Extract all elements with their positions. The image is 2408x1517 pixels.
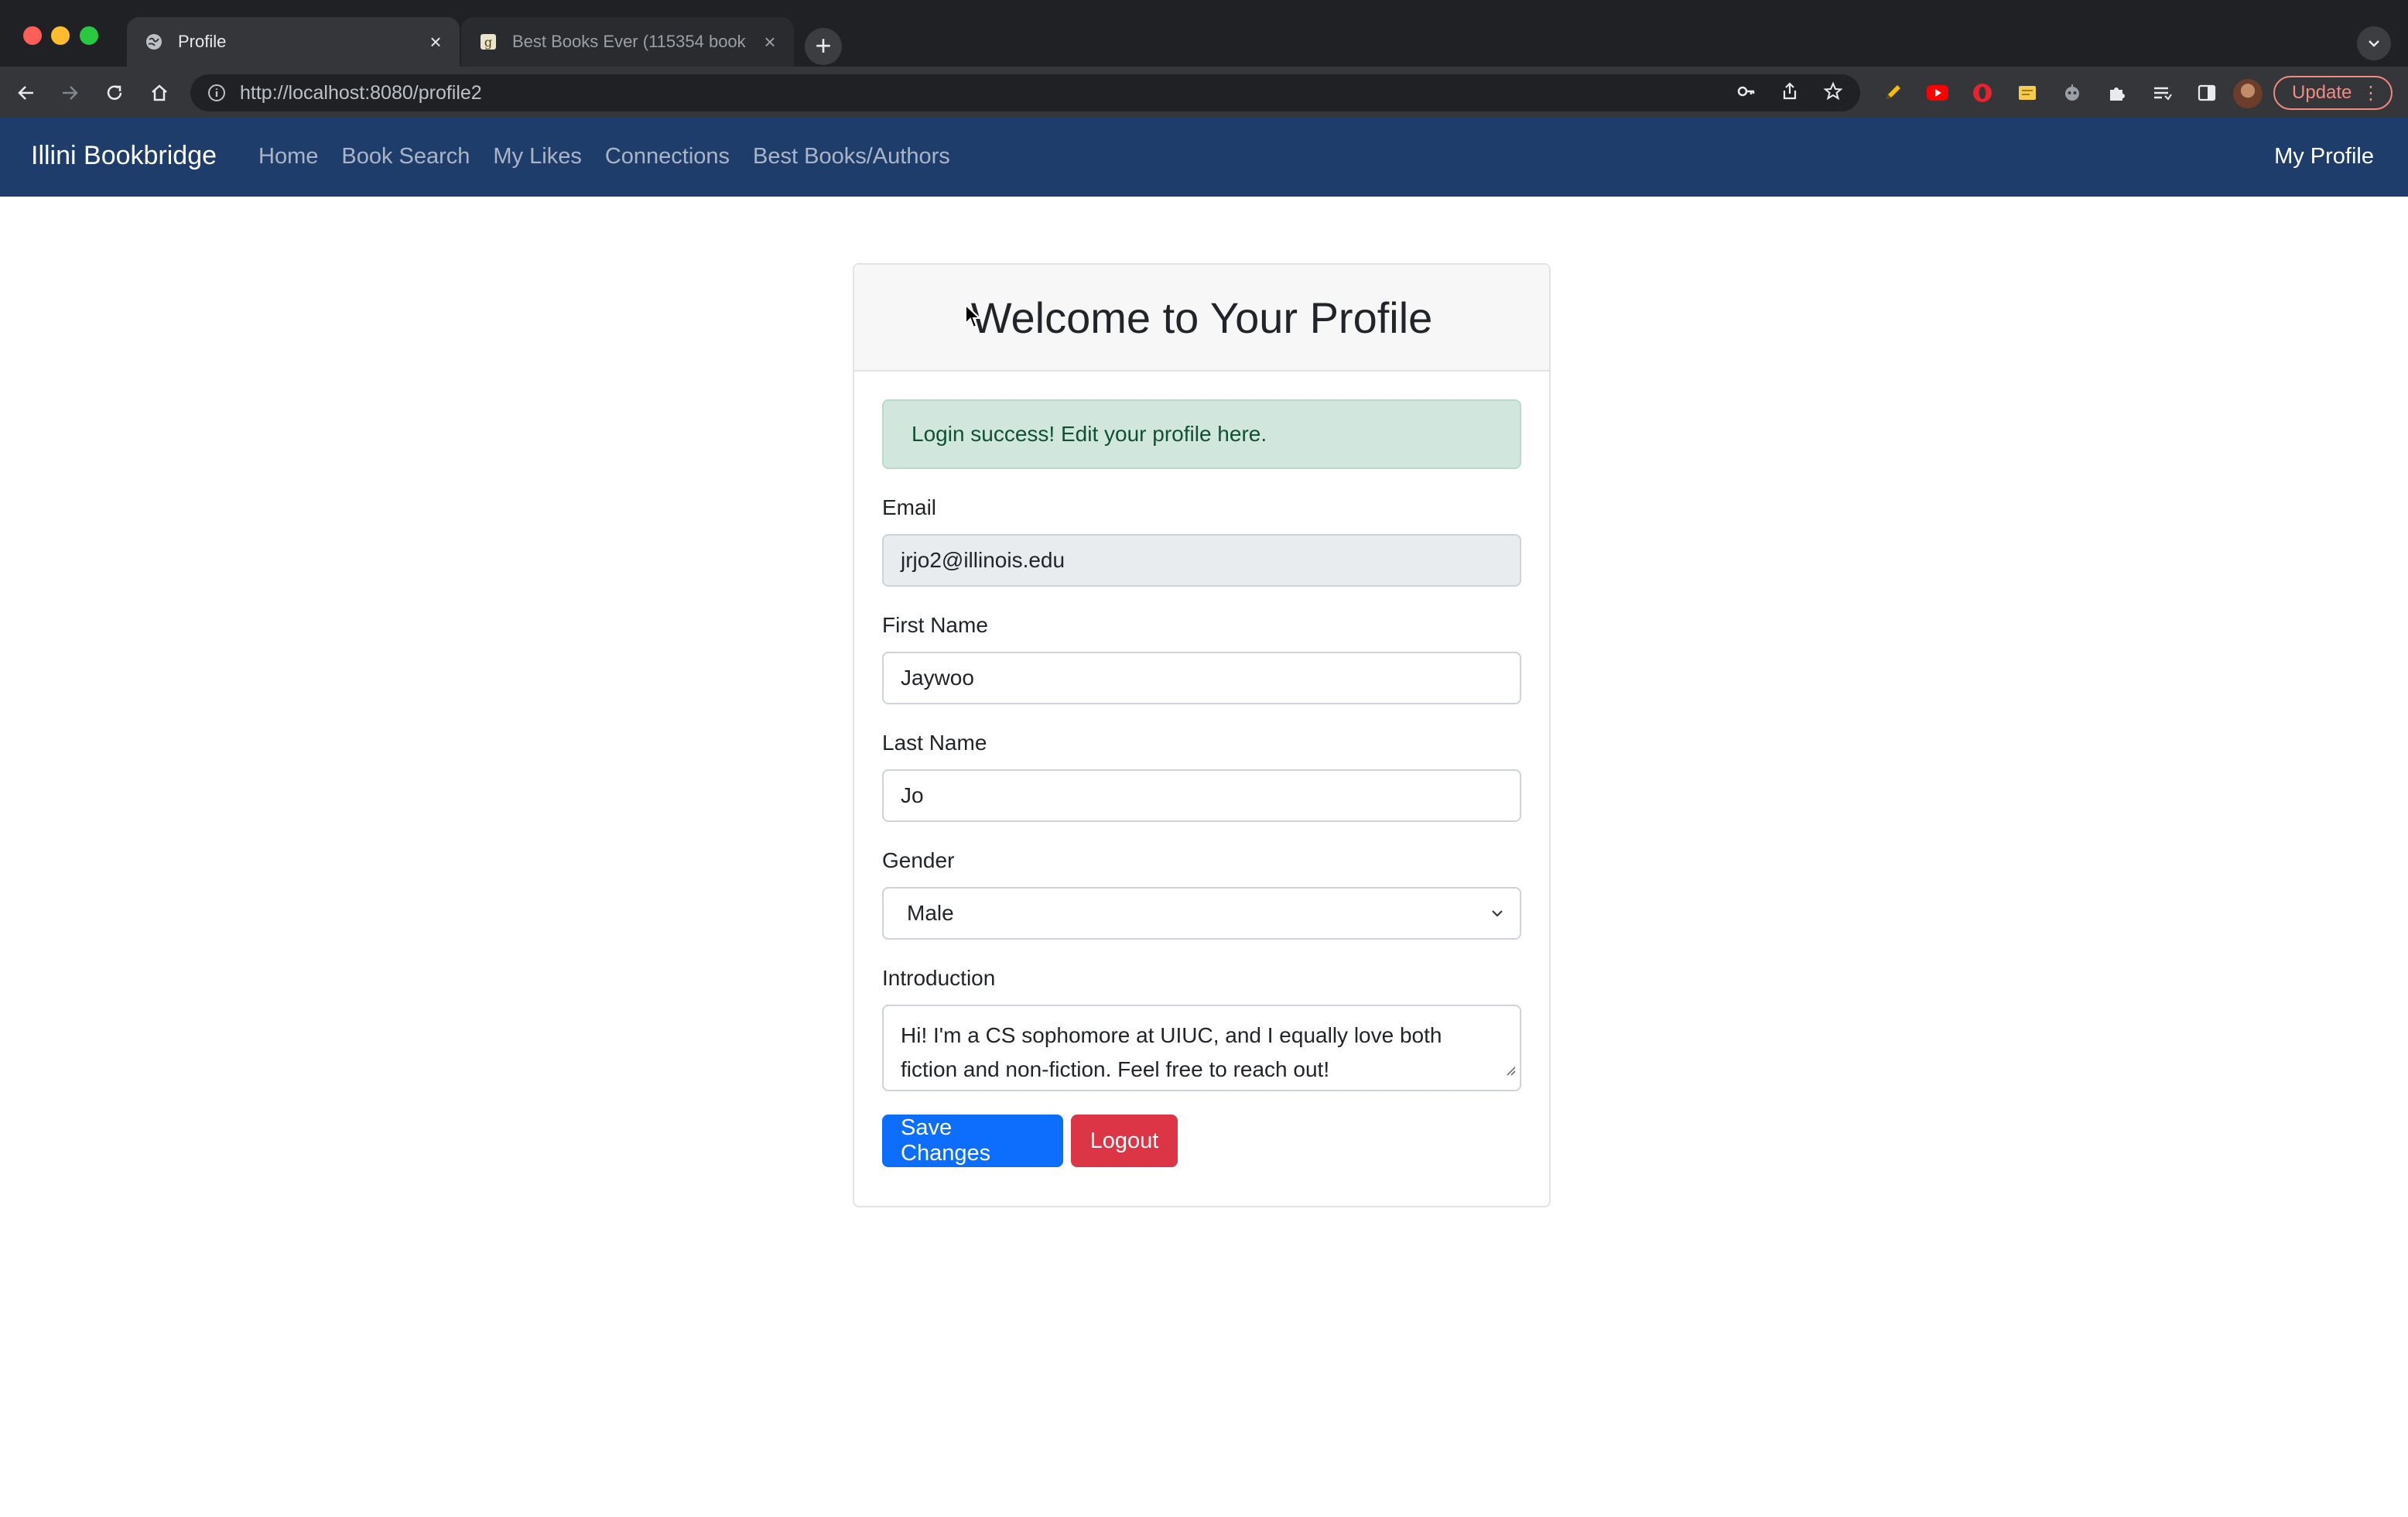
robot-extension-icon[interactable] bbox=[2060, 80, 2085, 105]
update-button[interactable]: Update ⋮ bbox=[2273, 76, 2393, 110]
last-name-field[interactable]: Jo bbox=[882, 769, 1521, 822]
email-label: Email bbox=[882, 495, 937, 519]
more-menu-icon[interactable]: ⋮ bbox=[2362, 82, 2380, 104]
goodreads-icon: g bbox=[478, 32, 498, 52]
pencil-extension-icon[interactable] bbox=[1880, 80, 1905, 105]
resize-handle-icon[interactable] bbox=[1504, 1053, 1517, 1087]
site-brand[interactable]: Illini Bookbridge bbox=[31, 141, 217, 171]
form-actions: Save Changes Logout bbox=[882, 1115, 1521, 1167]
card-header: Welcome to Your Profile bbox=[854, 265, 1549, 372]
chevron-down-icon bbox=[2369, 40, 2379, 47]
puzzle-extensions-icon[interactable] bbox=[2105, 80, 2129, 105]
url-text[interactable]: http://localhost:8080/profile2 bbox=[240, 82, 1736, 104]
close-tab-icon[interactable]: × bbox=[758, 30, 782, 54]
introduction-line: Hi! I'm a CS sophomore at UIUC, and I eq… bbox=[901, 1023, 1442, 1047]
gender-label: Gender bbox=[882, 848, 955, 872]
tab-title: Best Books Ever (115354 book bbox=[512, 32, 746, 51]
reload-icon bbox=[107, 85, 122, 100]
chevron-down-icon bbox=[1489, 902, 1506, 927]
first-name-field[interactable]: Jaywoo bbox=[882, 652, 1521, 704]
new-tab-button[interactable]: + bbox=[805, 28, 842, 65]
logout-button[interactable]: Logout bbox=[1071, 1115, 1178, 1167]
minimize-window-button[interactable] bbox=[51, 26, 70, 45]
gender-selected-value: Male bbox=[907, 901, 954, 925]
opera-extension-icon[interactable] bbox=[1970, 80, 1995, 105]
last-name-label: Last Name bbox=[882, 731, 987, 755]
forward-arrow-icon bbox=[63, 86, 78, 100]
site-navbar: Illini Bookbridge Home Book Search My Li… bbox=[0, 118, 2408, 197]
notes-extension-icon[interactable] bbox=[2015, 80, 2040, 105]
nav-link-home[interactable]: Home bbox=[258, 144, 318, 170]
tab-title: Profile bbox=[178, 32, 227, 51]
key-icon[interactable] bbox=[1736, 81, 1756, 105]
extensions-area bbox=[1880, 80, 2219, 105]
share-icon[interactable] bbox=[1780, 81, 1800, 105]
address-bar[interactable]: http://localhost:8080/profile2 bbox=[190, 74, 1860, 111]
nav-links: Home Book Search My Likes Connections Be… bbox=[258, 144, 950, 170]
back-button[interactable] bbox=[11, 77, 42, 108]
globe-icon bbox=[144, 32, 164, 52]
tab-profile[interactable]: Profile × bbox=[127, 17, 460, 67]
first-name-label: First Name bbox=[882, 613, 988, 637]
nav-link-my-profile[interactable]: My Profile bbox=[2274, 144, 2374, 170]
mouse-pointer-icon bbox=[964, 303, 982, 334]
nav-link-connections[interactable]: Connections bbox=[605, 144, 730, 170]
nav-link-book-search[interactable]: Book Search bbox=[341, 144, 470, 170]
tab-best-books[interactable]: g Best Books Ever (115354 book × bbox=[461, 17, 794, 67]
nav-link-best-books-authors[interactable]: Best Books/Authors bbox=[753, 144, 950, 170]
forward-button[interactable] bbox=[54, 77, 85, 108]
introduction-label: Introduction bbox=[882, 966, 996, 990]
info-icon[interactable] bbox=[207, 84, 226, 102]
update-label: Update bbox=[2292, 82, 2352, 103]
gender-select[interactable]: Male bbox=[882, 887, 1521, 940]
browser-window: Profile × g Best Books Ever (115354 book… bbox=[0, 0, 2408, 1517]
svg-text:g: g bbox=[484, 35, 492, 50]
page-title: Welcome to Your Profile bbox=[970, 293, 1433, 342]
tab-search-button[interactable] bbox=[2357, 26, 2391, 60]
reload-button[interactable] bbox=[99, 77, 130, 108]
introduction-textarea[interactable]: Hi! I'm a CS sophomore at UIUC, and I eq… bbox=[882, 1005, 1521, 1091]
success-alert: Login success! Edit your profile here. bbox=[882, 399, 1521, 469]
back-arrow-icon bbox=[18, 86, 33, 100]
email-field: jrjo2@illinois.edu bbox=[882, 534, 1521, 587]
youtube-extension-icon[interactable] bbox=[1925, 80, 1950, 105]
profile-form: Login success! Edit your profile here. E… bbox=[854, 372, 1549, 1195]
close-tab-icon[interactable]: × bbox=[424, 30, 447, 54]
profile-card: Welcome to Your Profile Login success! E… bbox=[853, 263, 1551, 1207]
maximize-window-button[interactable] bbox=[80, 26, 98, 45]
profile-avatar[interactable] bbox=[2233, 79, 2263, 108]
save-changes-button[interactable]: Save Changes bbox=[882, 1115, 1063, 1167]
introduction-line: fiction and non-fiction. Feel free to re… bbox=[901, 1057, 1330, 1081]
close-window-button[interactable] bbox=[23, 26, 42, 45]
reading-list-icon[interactable] bbox=[2150, 80, 2174, 105]
browser-toolbar: http://localhost:8080/profile2 Update ⋮ bbox=[0, 67, 2408, 118]
nav-link-my-likes[interactable]: My Likes bbox=[493, 144, 581, 170]
side-panel-icon[interactable] bbox=[2194, 80, 2219, 105]
bookmark-star-icon[interactable] bbox=[1823, 80, 1843, 105]
home-button[interactable] bbox=[144, 77, 175, 108]
tab-strip: Profile × g Best Books Ever (115354 book… bbox=[0, 0, 2408, 67]
home-icon bbox=[152, 84, 167, 101]
